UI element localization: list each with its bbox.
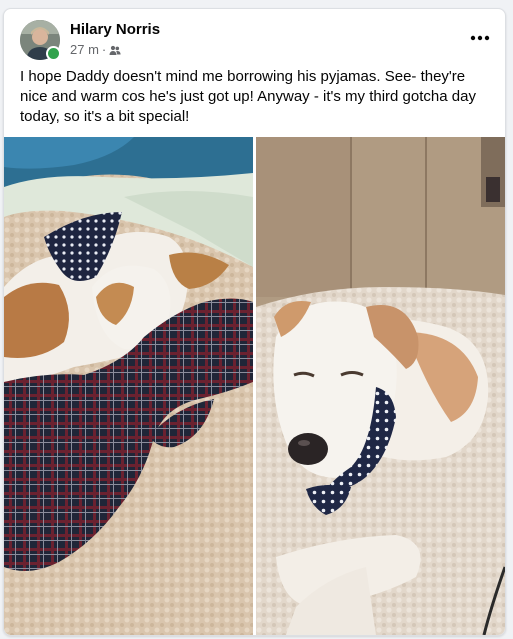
post-meta: 27 m ·	[70, 42, 121, 57]
post-card: Hilary Norris 27 m · I hope Daddy doesn'…	[3, 8, 506, 636]
photo-dog-sleeping[interactable]	[4, 137, 253, 635]
photo-grid	[4, 137, 505, 635]
author-avatar[interactable]	[20, 20, 61, 61]
author-name[interactable]: Hilary Norris	[70, 21, 160, 38]
friends-icon[interactable]	[109, 44, 121, 56]
post-timestamp[interactable]: 27 m	[70, 42, 99, 57]
post-header: Hilary Norris 27 m ·	[20, 20, 490, 62]
more-options-button[interactable]	[465, 22, 495, 52]
more-options-icon	[470, 28, 490, 46]
online-status-dot	[46, 46, 61, 61]
photo-dog-on-rug[interactable]	[256, 137, 505, 635]
meta-separator: ·	[101, 42, 107, 57]
post-text: I hope Daddy doesn't mind me borrowing h…	[20, 68, 476, 125]
